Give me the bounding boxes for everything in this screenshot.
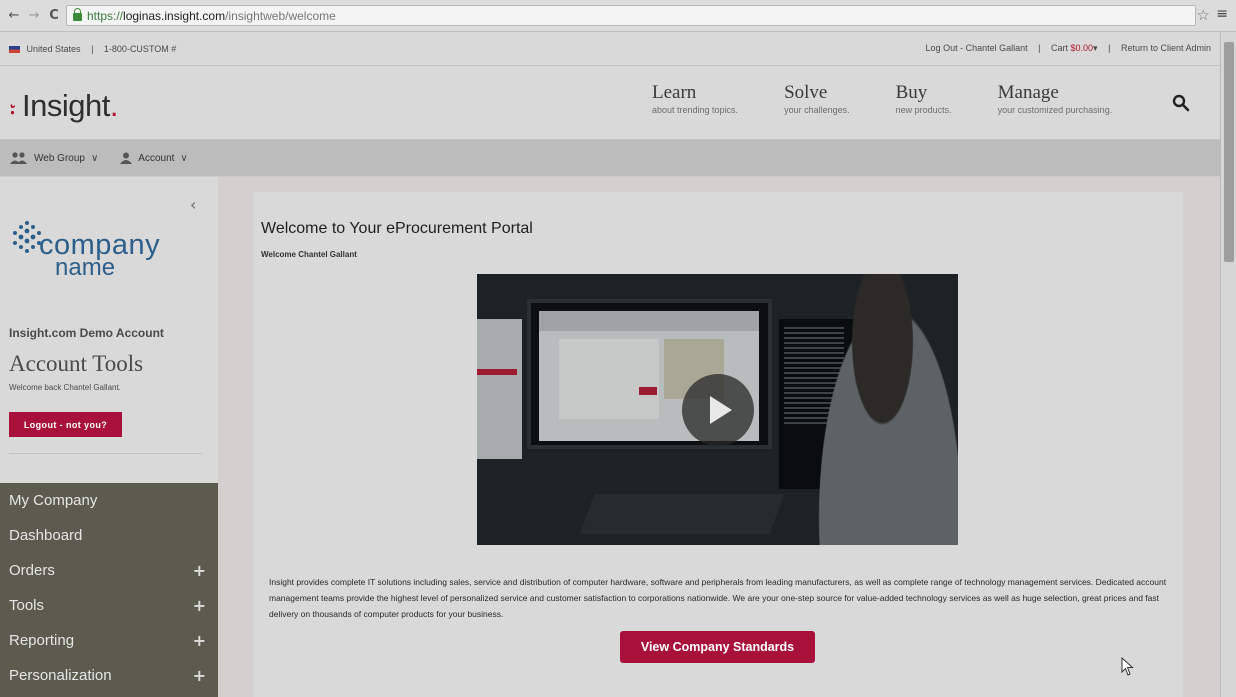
site-header: ⹎ Insight. Learn about trending topics. …: [0, 66, 1220, 140]
page-title: Welcome to Your eProcurement Portal: [261, 220, 533, 237]
plus-icon[interactable]: +: [193, 631, 206, 650]
logout-button[interactable]: Logout - not you?: [9, 412, 122, 437]
insight-logo[interactable]: ⹎ Insight.: [9, 88, 118, 124]
sidebar-item-my-company[interactable]: My Company: [0, 483, 218, 518]
reload-icon[interactable]: C: [46, 8, 62, 23]
nav-subtitle: your challenges.: [784, 105, 850, 115]
content-area: ‹ company name Insight.com Demo Account …: [0, 177, 1220, 697]
separator: |: [1038, 43, 1041, 53]
account-dropdown[interactable]: Account ∨: [120, 152, 188, 164]
country-link[interactable]: United States: [27, 44, 81, 54]
demo-account-name: Insight.com Demo Account: [9, 326, 164, 340]
sidebar-item-label: Personalization: [9, 667, 112, 684]
separator: |: [1108, 43, 1111, 53]
sidebar-item-label: Orders: [9, 562, 55, 579]
account-group-bar: Web Group ∨ Account ∨: [0, 140, 1220, 176]
sidebar-item-label: Reporting: [9, 632, 75, 649]
nav-solve[interactable]: Solve your challenges.: [784, 82, 850, 115]
nav-subtitle: new products.: [895, 105, 952, 115]
sidebar: ‹ company name Insight.com Demo Account …: [0, 177, 218, 697]
intro-video[interactable]: [477, 274, 958, 545]
video-left-monitor: [477, 319, 522, 459]
browser-toolbar: ← → C https:// loginas.insight.com /insi…: [0, 0, 1236, 32]
company-logo: company name: [11, 219, 191, 284]
cart-dropdown-icon: ▾: [1093, 43, 1098, 53]
utility-right: Log Out - Chantel Gallant | Cart $0.00▾ …: [926, 43, 1211, 54]
account-label: Account: [138, 152, 175, 164]
nav-title: Solve: [784, 82, 828, 103]
video-person: [807, 274, 958, 545]
cart-label: Cart: [1050, 43, 1068, 53]
url-host: loginas.insight.com: [123, 8, 226, 23]
lock-icon: [73, 7, 82, 21]
users-icon: [10, 152, 27, 164]
page-scrollbar[interactable]: [1220, 32, 1236, 697]
sidebar-item-dashboard[interactable]: Dashboard: [0, 518, 218, 553]
web-group-label: Web Group: [34, 152, 85, 164]
scrollbar-thumb[interactable]: [1224, 42, 1234, 262]
browser-menu-icon[interactable]: ≡: [1216, 6, 1228, 22]
sidebar-menu: My Company Dashboard Orders + Tools + Re…: [0, 483, 218, 697]
view-company-standards-button[interactable]: View Company Standards: [620, 631, 815, 663]
separator: |: [91, 43, 94, 54]
address-bar[interactable]: https:// loginas.insight.com /insightweb…: [66, 5, 1196, 26]
utility-bar: United States | 1-800-CUSTOM # Log Out -…: [0, 32, 1220, 66]
sidebar-item-tools[interactable]: Tools +: [0, 588, 218, 623]
plus-icon[interactable]: +: [193, 666, 206, 685]
video-screen-button: [639, 387, 657, 395]
url-protocol: https://: [87, 8, 124, 23]
nav-title: Buy: [895, 82, 928, 103]
phone-number: 1-800-CUSTOM #: [103, 43, 177, 54]
cart-link[interactable]: Cart $0.00▾: [1051, 43, 1100, 53]
video-screen-header: [539, 311, 759, 331]
video-keyboard: [579, 494, 785, 534]
chevron-down-icon: ∨: [180, 152, 188, 164]
logo-dot: .: [109, 88, 119, 123]
nav-buy[interactable]: Buy new products.: [896, 82, 952, 115]
us-flag-icon: [9, 45, 20, 53]
user-icon: [120, 152, 133, 164]
utility-left: United States | 1-800-CUSTOM #: [9, 44, 176, 54]
insight-logo-text: Insight: [21, 88, 110, 123]
chevron-down-icon: ∨: [90, 152, 99, 164]
nav-title: Learn: [652, 82, 697, 103]
company-description: Insight provides complete IT solutions i…: [269, 577, 1167, 619]
cart-amount: $0.00: [1070, 43, 1094, 53]
play-icon[interactable]: [682, 374, 754, 446]
bookmark-star-icon[interactable]: ☆: [1197, 6, 1210, 24]
return-client-admin-link[interactable]: Return to Client Admin: [1121, 43, 1211, 53]
nav-subtitle: your customized purchasing.: [997, 105, 1113, 115]
web-group-dropdown[interactable]: Web Group ∨: [10, 152, 98, 164]
sidebar-divider: [9, 453, 202, 454]
nav-learn[interactable]: Learn about trending topics.: [652, 82, 738, 115]
company-logo-word-name: name: [55, 254, 116, 281]
nav-title: Manage: [997, 82, 1059, 103]
video-screen-form: [559, 339, 659, 419]
back-icon[interactable]: ←: [6, 8, 22, 23]
nav-manage[interactable]: Manage your customized purchasing.: [998, 82, 1113, 115]
mouse-cursor-icon: [1121, 657, 1134, 676]
sidebar-item-label: My Company: [9, 492, 98, 509]
forward-icon[interactable]: →: [26, 8, 42, 23]
sidebar-item-label: Tools: [9, 597, 45, 614]
plus-icon[interactable]: +: [193, 561, 206, 580]
nav-subtitle: about trending topics.: [652, 105, 739, 115]
sidebar-item-reporting[interactable]: Reporting +: [0, 623, 218, 658]
sidebar-item-orders[interactable]: Orders +: [0, 553, 218, 588]
insight-logo-mark-icon: ⹎: [9, 91, 16, 121]
chevron-left-icon[interactable]: ‹: [190, 195, 196, 214]
welcome-user-text: Welcome Chantel Gallant: [261, 250, 357, 259]
welcome-panel: Welcome to Your eProcurement Portal Welc…: [253, 192, 1183, 697]
sidebar-item-personalization[interactable]: Personalization +: [0, 658, 218, 693]
url-path: /insightweb/welcome: [225, 8, 336, 23]
main-nav: Learn about trending topics. Solve your …: [652, 82, 1158, 115]
search-icon[interactable]: [1172, 94, 1190, 112]
account-tools-heading: Account Tools: [9, 351, 144, 376]
page: United States | 1-800-CUSTOM # Log Out -…: [0, 32, 1220, 697]
welcome-back-text: Welcome back Chantel Gallant.: [9, 383, 121, 392]
logout-link[interactable]: Log Out - Chantel Gallant: [926, 43, 1028, 53]
sidebar-item-label: Dashboard: [9, 527, 83, 544]
plus-icon[interactable]: +: [193, 596, 206, 615]
